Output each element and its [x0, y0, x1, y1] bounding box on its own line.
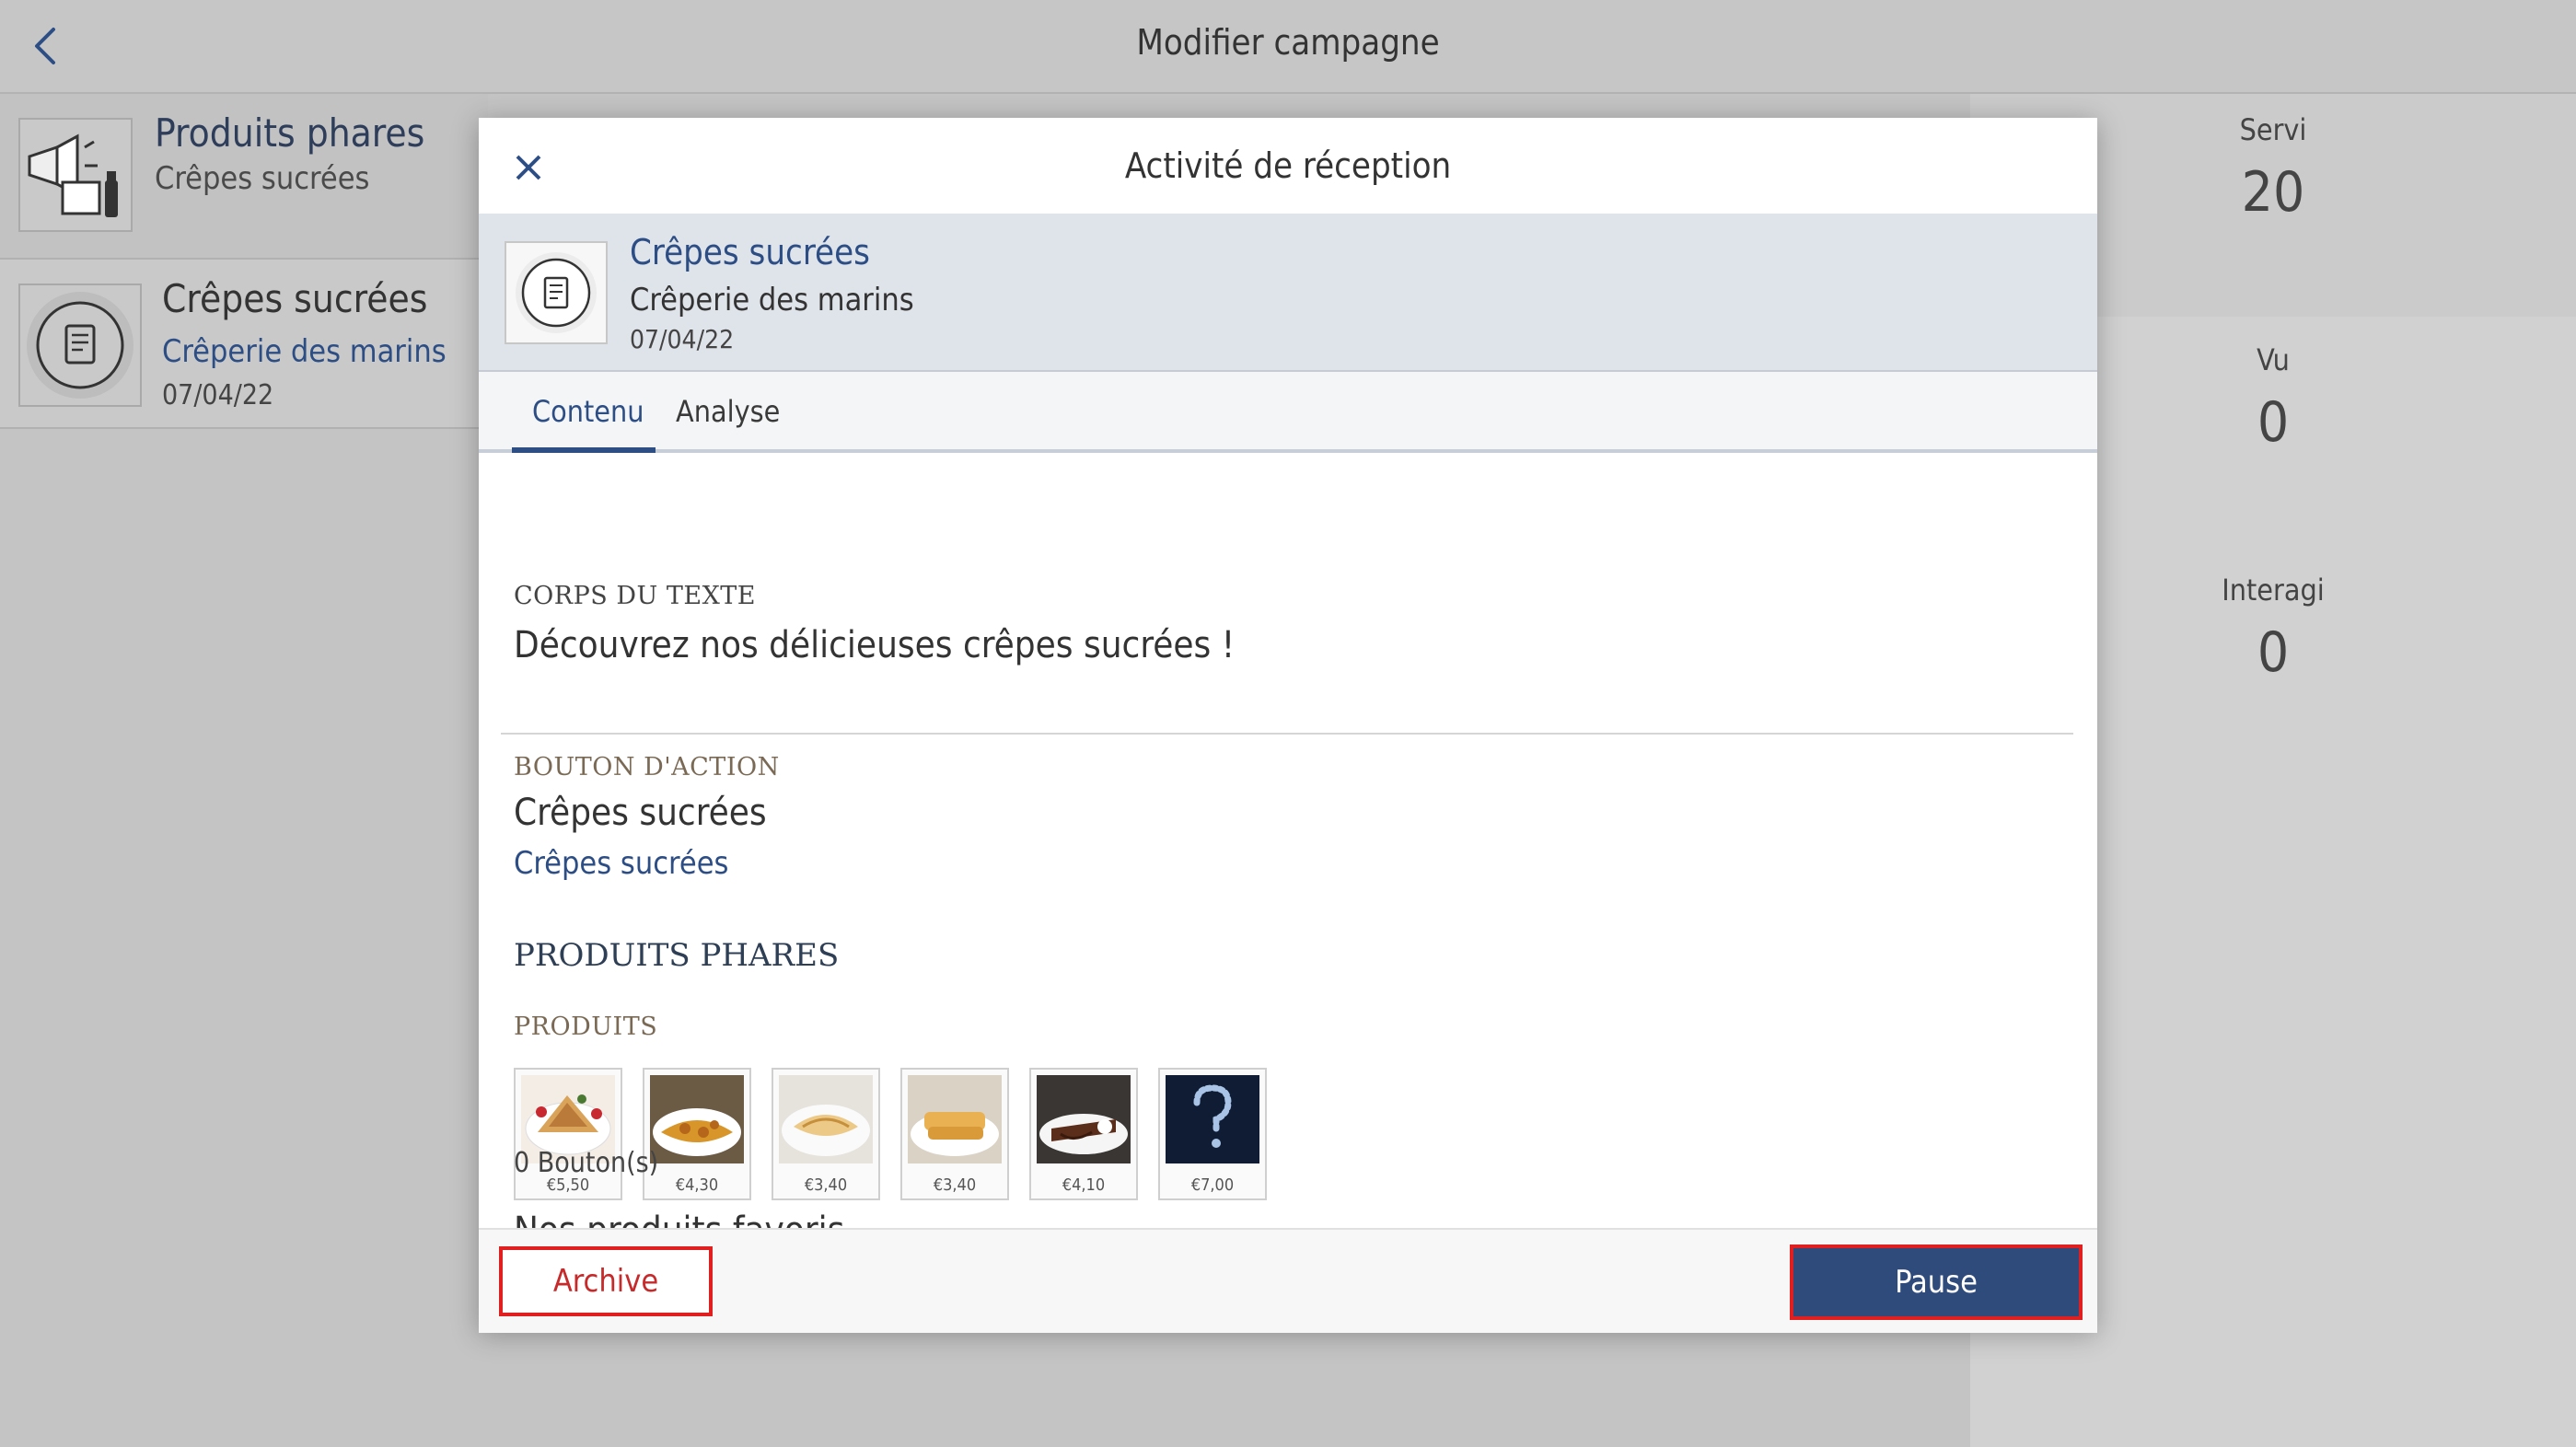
dialog-title: Activité de réception: [1124, 145, 1452, 186]
action-button-link[interactable]: Crêpes sucrées: [514, 845, 728, 882]
product-card[interactable]: €7,00: [1158, 1068, 1267, 1200]
info-date: 07/04/22: [630, 324, 735, 354]
campaign-subtitle: Crêpes sucrées: [155, 160, 370, 197]
megaphone-products-icon: [18, 118, 133, 232]
top-bar: Modifier campagne: [0, 0, 2576, 94]
action-button-label: BOUTON D'ACTION: [514, 753, 780, 781]
product-card[interactable]: €4,10: [1029, 1068, 1138, 1200]
body-text-label: CORPS DU TEXTE: [514, 582, 757, 610]
info-title: Crêpes sucrées: [630, 232, 870, 272]
product-card[interactable]: €3,40: [900, 1068, 1009, 1200]
products-label: PRODUITS: [514, 1013, 658, 1041]
product-image: [1037, 1075, 1131, 1163]
dialog-content: CORPS DU TEXTE Découvrez nos délicieuses…: [479, 453, 2097, 1252]
divider: [501, 733, 2073, 735]
tab-bar: Contenu Analyse: [479, 372, 2097, 453]
product-price: €4,10: [1062, 1175, 1106, 1195]
product-image: [1166, 1075, 1259, 1163]
campaign-subtitle: Crêperie des marins: [162, 333, 447, 370]
product-image: [650, 1075, 744, 1163]
campaign-title: Produits phares: [155, 110, 425, 156]
product-price: €7,00: [1190, 1175, 1235, 1195]
reception-activity-dialog: Activité de réception Crêpes sucrées Crê…: [479, 118, 2097, 1333]
archive-button[interactable]: Archive: [499, 1246, 713, 1316]
dialog-header: Activité de réception: [479, 118, 2097, 214]
product-card[interactable]: €5,50: [514, 1068, 622, 1200]
product-price: €3,40: [804, 1175, 848, 1195]
info-subtitle: Crêperie des marins: [630, 282, 914, 318]
body-text: Découvrez nos délicieuses crêpes sucrées…: [514, 624, 1236, 666]
receipt-icon: [505, 241, 608, 344]
action-button-title: Crêpes sucrées: [514, 792, 767, 834]
campaign-list: Produits phares Crêpes sucrées Crêpes su…: [0, 94, 488, 429]
product-price: €4,30: [675, 1175, 719, 1195]
product-card[interactable]: €4,30: [643, 1068, 751, 1200]
receipt-icon: [18, 284, 142, 407]
campaign-date: 07/04/22: [162, 379, 274, 411]
tab-analyse[interactable]: Analyse: [676, 394, 780, 429]
product-card[interactable]: €3,40: [772, 1068, 880, 1200]
featured-products-heading: PRODUITS PHARES: [514, 937, 840, 974]
product-image: [779, 1075, 873, 1163]
tab-contenu[interactable]: Contenu: [532, 394, 644, 429]
product-image: [908, 1075, 1002, 1163]
pause-button[interactable]: Pause: [1790, 1244, 2083, 1320]
campaign-info: Crêpes sucrées Crêperie des marins 07/04…: [479, 214, 2097, 372]
product-price: €3,40: [933, 1175, 977, 1195]
campaign-item-crepes-sucrees[interactable]: Crêpes sucrées Crêperie des marins 07/04…: [0, 260, 488, 429]
campaign-title: Crêpes sucrées: [162, 276, 428, 321]
campaign-item-produits-phares[interactable]: Produits phares Crêpes sucrées: [0, 94, 488, 260]
favorites-button-count: 0 Bouton(s): [514, 1147, 659, 1179]
dialog-footer: Archive Pause: [479, 1228, 2097, 1333]
page-title: Modifier campagne: [1136, 22, 1440, 63]
